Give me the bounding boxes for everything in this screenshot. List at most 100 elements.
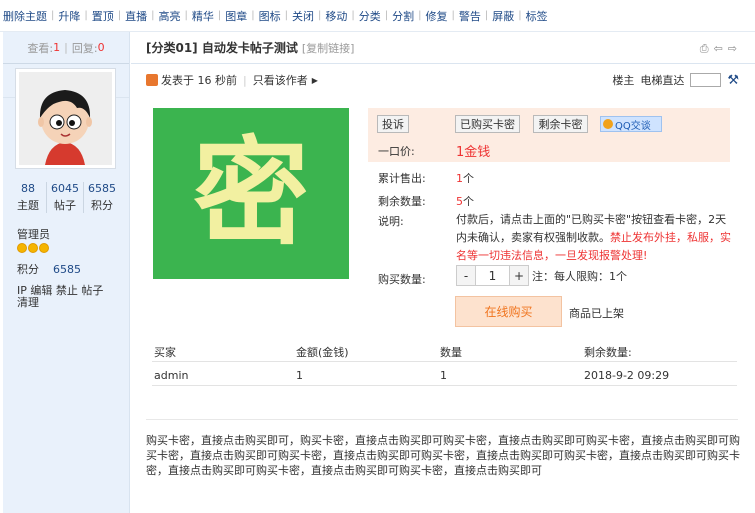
col-remaining: 剩余数量: (584, 346, 632, 359)
separator: | (351, 10, 355, 21)
author-threads[interactable]: 88 主题 (10, 182, 46, 213)
table-header: 买家 金额(金钱) 数量 剩余数量: (152, 340, 737, 362)
separator: | (243, 73, 247, 87)
posts-label: 帖子 (54, 199, 76, 212)
separator: | (117, 10, 122, 21)
remaining-cards-button[interactable]: 剩余卡密 (533, 115, 588, 133)
only-author-link[interactable]: 只看该作者 (253, 72, 308, 88)
author-credits[interactable]: 6585 积分 (83, 182, 120, 213)
cell-quantity: 1 (440, 369, 447, 382)
left-label: 剩余数量: (378, 195, 426, 208)
mod-split[interactable]: 分割 (392, 8, 414, 24)
print-icon[interactable]: ⎙ (700, 42, 709, 56)
separator: | (151, 10, 155, 21)
separator: | (251, 10, 255, 21)
replies-count: 0 (97, 41, 105, 54)
online-icon (146, 74, 158, 86)
wrench-icon[interactable]: ⚒ (727, 73, 739, 88)
avatar[interactable] (15, 68, 116, 169)
left-value-wrap: 5个 (456, 193, 474, 209)
sold-value-wrap: 1个 (456, 170, 474, 186)
star-icon (39, 243, 49, 253)
post-time: 发表于 16 秒前 (161, 74, 237, 87)
rank-stars (17, 243, 49, 253)
content-divider (146, 419, 738, 420)
separator: | (418, 10, 422, 21)
col-buyer: 买家 (154, 346, 176, 359)
thread-title-bar: [分类01] 自动发卡帖子测试 [复制链接] ⎙ ⇦ ⇨ (131, 32, 755, 64)
buyers-table: 买家 金额(金钱) 数量 剩余数量: admin 1 1 2018-9-2 09… (152, 340, 737, 386)
card-description: 付款后，请点击上面的"已购买卡密"按钮查看卡密，2天内未确认，卖家有权强制收款。… (456, 211, 731, 265)
separator: | (384, 10, 389, 21)
next-thread-icon[interactable]: ⇨ (728, 42, 737, 56)
table-row: admin 1 1 2018-9-2 09:29 (152, 362, 737, 386)
mod-warn[interactable]: 警告 (459, 8, 481, 24)
desc-label: 说明: (378, 215, 404, 228)
mod-category[interactable]: 分类 (359, 8, 381, 24)
separator: | (284, 10, 288, 21)
bought-cards-button[interactable]: 已购买卡密 (455, 115, 520, 133)
mod-close[interactable]: 关闭 (292, 8, 314, 24)
col-amount: 金额(金钱) (296, 346, 349, 359)
buy-online-button[interactable]: 在线购买 (455, 296, 562, 327)
separator: | (184, 10, 188, 21)
card-image-char: 密 (193, 125, 309, 261)
left-unit: 个 (463, 195, 474, 208)
separator: | (318, 10, 322, 21)
jump-floor-input[interactable] (690, 73, 722, 87)
report-button[interactable]: 投诉 (377, 115, 409, 133)
floor-owner-label: 楼主 (612, 74, 635, 87)
mod-icon[interactable]: 图标 (259, 8, 281, 24)
mod-repair[interactable]: 修复 (426, 8, 448, 24)
replies-label: 回复: (71, 41, 98, 55)
qty-minus-button[interactable]: - (456, 265, 476, 286)
avatar-cartoon-icon (19, 72, 112, 165)
star-icon (17, 243, 27, 253)
separator: | (84, 10, 88, 21)
mod-tag[interactable]: 标签 (526, 8, 548, 24)
price-value: 1金钱 (456, 145, 491, 160)
mod-stamp[interactable]: 图章 (225, 8, 247, 24)
credits-label: 积分 (91, 199, 113, 212)
separator: | (484, 10, 489, 21)
quantity-stepper: - 1 + 注：每人限购：1个 (456, 265, 627, 286)
threads-label: 主题 (17, 199, 39, 212)
triangle-right-icon: ▶ (311, 75, 318, 85)
separator: | (518, 10, 522, 21)
mod-highlight[interactable]: 高亮 (159, 8, 181, 24)
copy-link[interactable]: [复制链接] (302, 40, 355, 56)
author-posts[interactable]: 6045 帖子 (46, 182, 83, 213)
post-body: 购买卡密，直接点击购买即可，购买卡密，直接点击购买即可购买卡密，直接点击购买即可… (146, 434, 740, 477)
left-value: 5 (456, 195, 463, 208)
mod-live[interactable]: 直播 (125, 8, 147, 24)
mod-delete-thread[interactable]: 删除主题 (3, 8, 47, 24)
user-group[interactable]: 管理员 (17, 226, 50, 242)
qq-chat-label: QQ交谈 (615, 120, 651, 132)
cell-buyer[interactable]: admin (154, 369, 188, 382)
qty-plus-button[interactable]: + (509, 265, 529, 286)
cell-amount: 1 (296, 369, 303, 382)
mod-digest[interactable]: 精华 (192, 8, 214, 24)
admin-links[interactable]: IP 编辑 禁止 帖子 清理 (17, 285, 117, 309)
thread-title: [分类01] 自动发卡帖子测试 (146, 41, 298, 55)
price-label: 一口价: (378, 145, 415, 158)
mod-bump[interactable]: 升降 (58, 8, 80, 24)
cell-time: 2018-9-2 09:29 (584, 369, 670, 382)
post-info: 发表于 16 秒前 | 只看该作者 ▶ 楼主 电梯直达 ⚒ (131, 65, 755, 95)
moderation-toolbar: 删除主题 | 升降 | 置顶 | 直播 | 高亮 | 精华 | 图章 | 图标 | 关闭 | 移动… (0, 0, 755, 32)
star-icon (28, 243, 38, 253)
mod-sticky[interactable]: 置顶 (92, 8, 114, 24)
author-points: 积分 6585 (17, 261, 81, 277)
prev-thread-icon[interactable]: ⇦ (714, 42, 723, 56)
posts-count: 6045 (51, 182, 79, 195)
credits-count: 6585 (88, 182, 116, 195)
avatar-image (19, 72, 112, 165)
mod-move[interactable]: 移动 (325, 8, 347, 24)
author-stats: 88 主题 6045 帖子 6585 积分 (10, 182, 120, 213)
qq-chat-button[interactable]: QQ交谈 (600, 116, 662, 132)
qty-input[interactable]: 1 (476, 265, 509, 286)
mod-ban[interactable]: 屏蔽 (492, 8, 514, 24)
sold-label: 累计售出: (378, 172, 426, 185)
views-count: 1 (53, 41, 61, 54)
jump-label: 电梯直达 (640, 74, 685, 87)
